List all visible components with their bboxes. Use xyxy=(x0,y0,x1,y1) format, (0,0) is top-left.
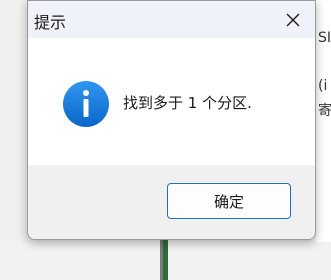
close-icon xyxy=(286,13,300,26)
background-text-fragment: SI xyxy=(318,30,331,46)
dialog-content: 找到多于 1 个分区. xyxy=(28,38,315,165)
close-button[interactable] xyxy=(271,1,315,38)
dialog-title: 提示 xyxy=(34,13,67,32)
background-bar xyxy=(160,240,168,280)
ok-button[interactable]: 确定 xyxy=(167,183,291,219)
dialog-title-bar[interactable]: 提示 xyxy=(28,1,315,38)
background-text-fragment: (i xyxy=(318,78,328,94)
dialog-footer: 确定 xyxy=(28,165,315,239)
message-dialog: 提示 找到多于 1 个分区. 确定 xyxy=(27,0,316,240)
dialog-message: 找到多于 1 个分区. xyxy=(123,94,252,112)
background-text-fragment: 寄 xyxy=(318,103,331,119)
info-icon xyxy=(63,81,109,127)
